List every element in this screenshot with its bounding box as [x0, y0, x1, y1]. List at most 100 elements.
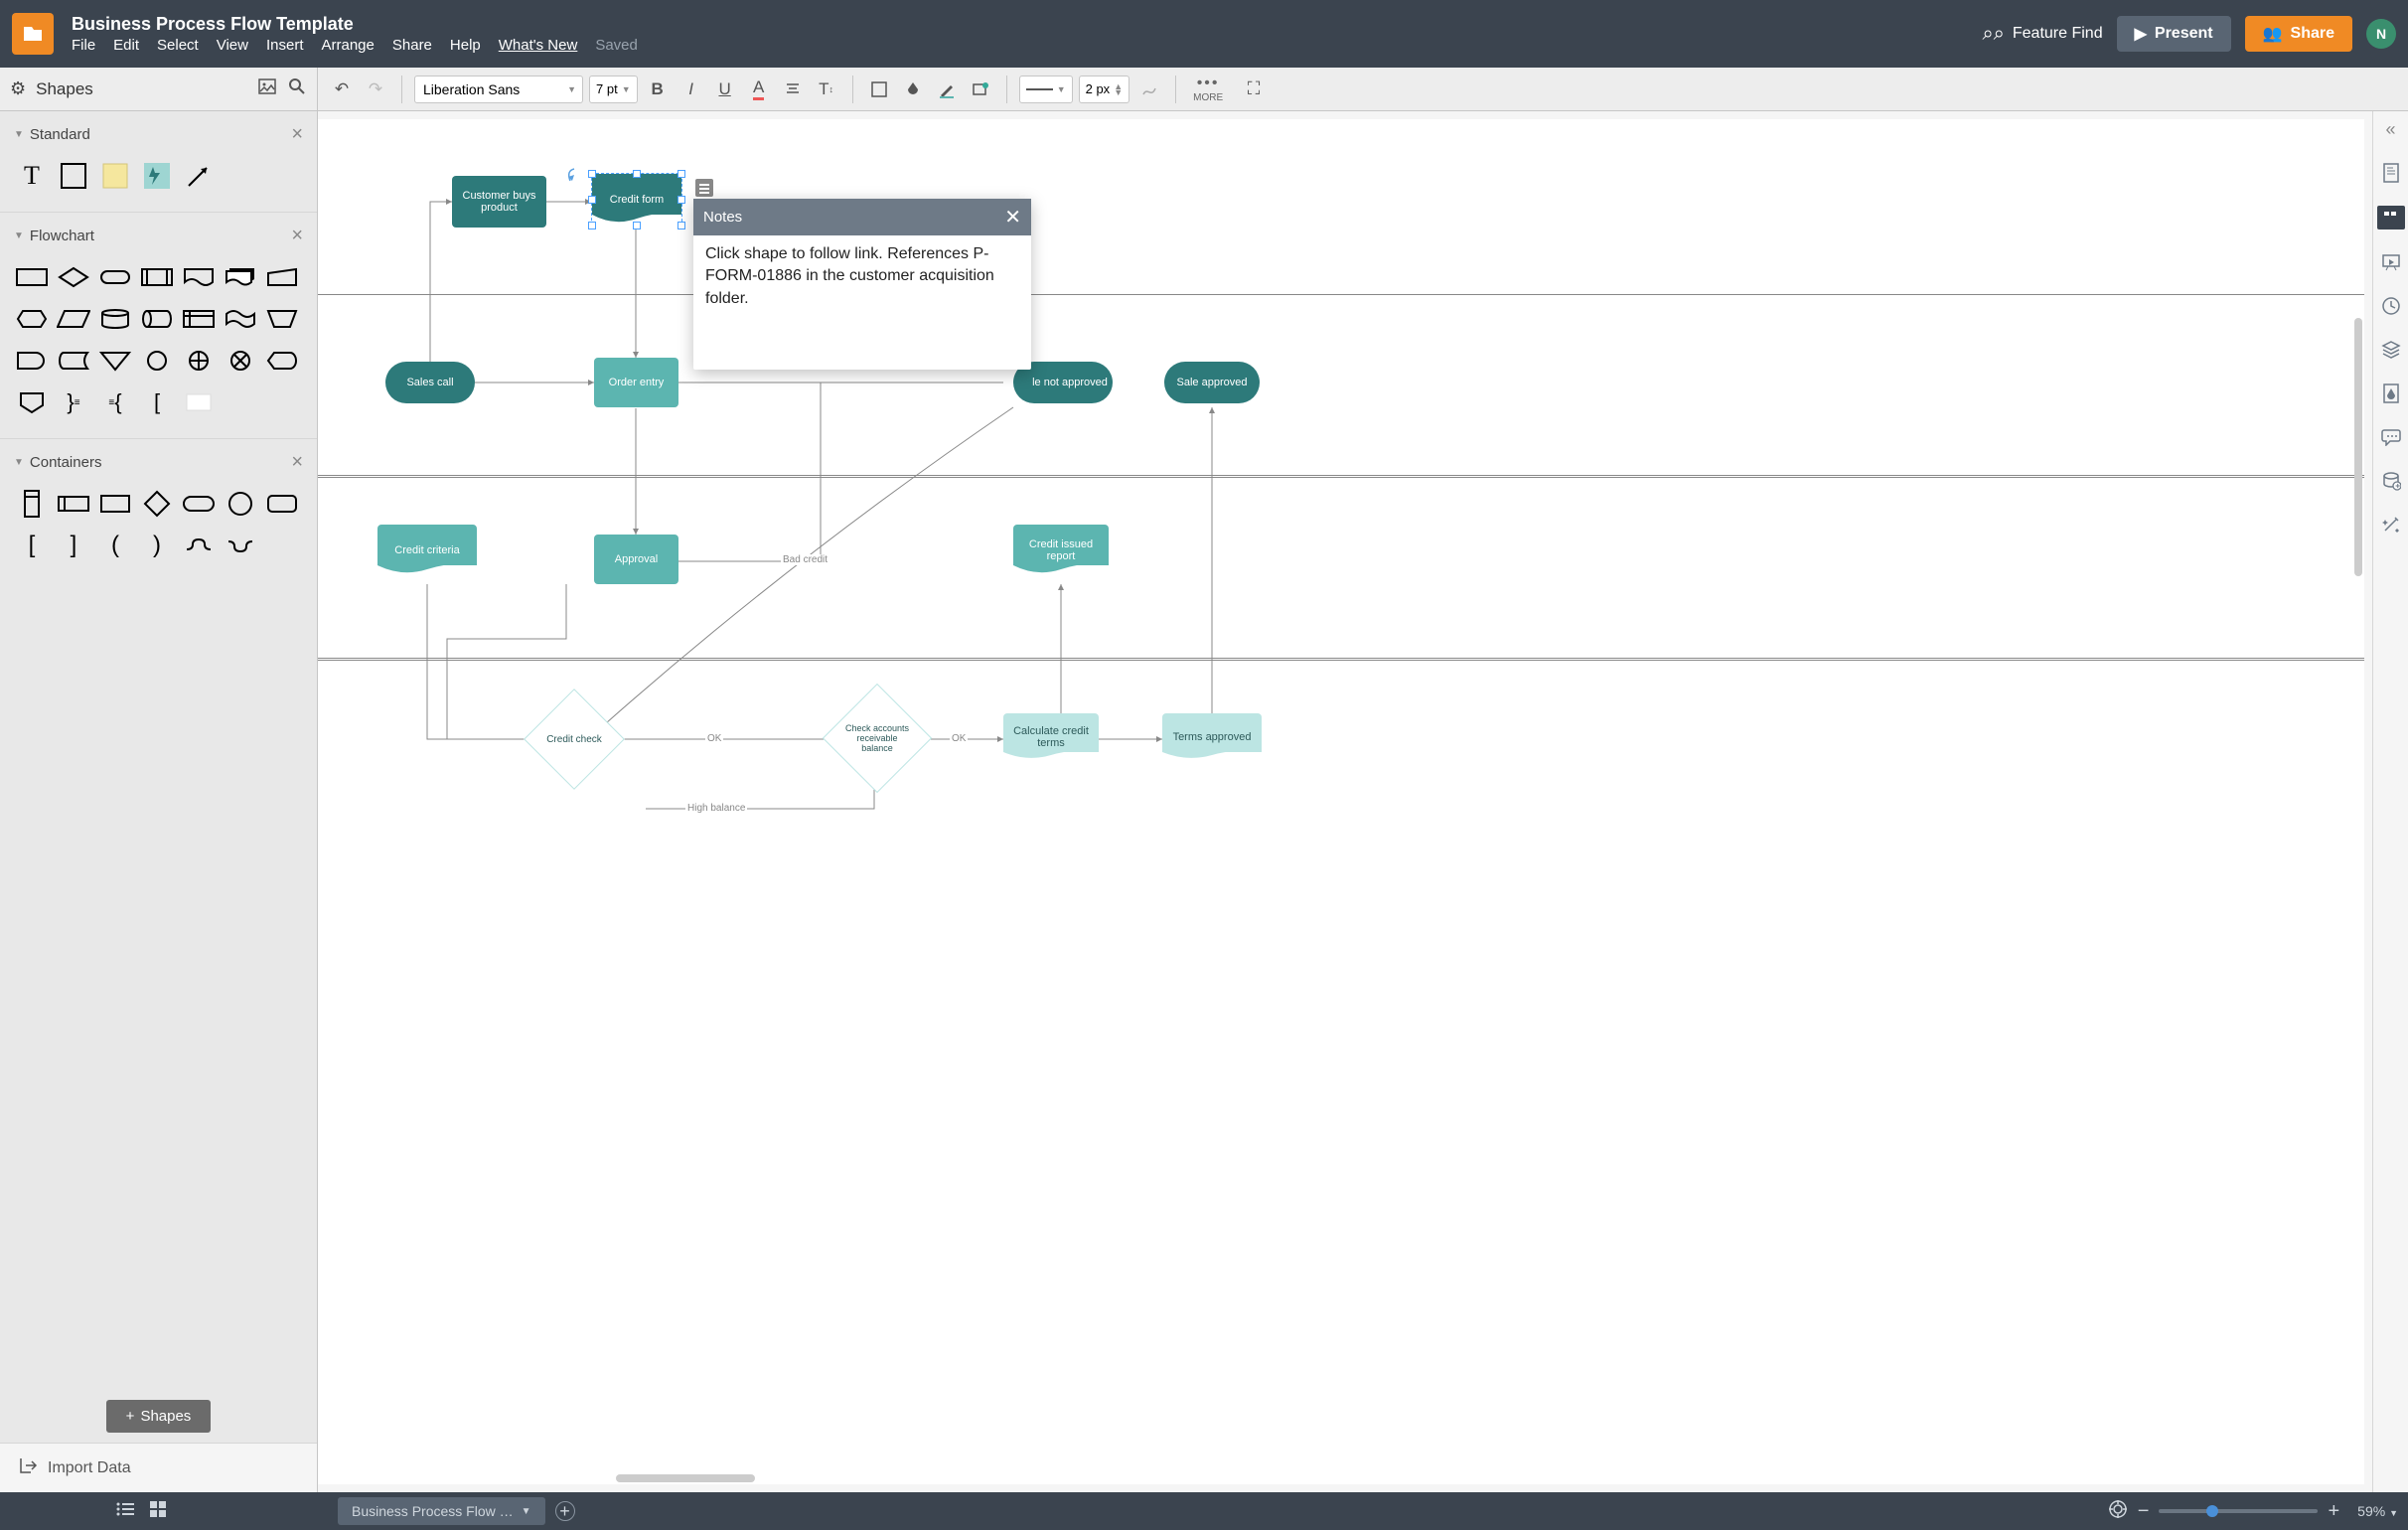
menu-insert[interactable]: Insert	[266, 37, 304, 54]
shape-delay[interactable]	[14, 343, 50, 379]
line-options-button[interactable]	[1135, 76, 1163, 103]
collapse-panel-icon[interactable]: «	[2385, 119, 2395, 140]
shape-note[interactable]	[97, 158, 133, 194]
menu-arrange[interactable]: Arrange	[322, 37, 375, 54]
shape-sales-call[interactable]: Sales call	[385, 362, 475, 403]
shape-card[interactable]	[181, 384, 217, 420]
shape-text[interactable]: T	[14, 158, 50, 194]
shape-offpage[interactable]	[14, 384, 50, 420]
text-options-button[interactable]: T↕	[813, 76, 840, 103]
group-containers-header[interactable]: ▼ Containers ×	[0, 443, 317, 482]
menu-select[interactable]: Select	[157, 37, 199, 54]
shape-approval[interactable]: Approval	[594, 535, 678, 584]
dock-theme-icon[interactable]	[2380, 382, 2402, 404]
shape-display[interactable]	[264, 343, 300, 379]
shape-circle-container[interactable]	[223, 486, 258, 522]
dock-page-icon[interactable]	[2380, 162, 2402, 184]
dock-comments-icon[interactable]	[2377, 206, 2405, 230]
add-page-button[interactable]: +	[555, 1501, 575, 1521]
image-icon[interactable]	[257, 76, 277, 102]
menu-view[interactable]: View	[217, 37, 248, 54]
shape-rounded-container[interactable]	[264, 486, 300, 522]
shape-bracket-left[interactable]: [	[14, 528, 50, 563]
menu-help[interactable]: Help	[450, 37, 481, 54]
close-icon[interactable]: ×	[291, 123, 303, 146]
line-color-button[interactable]	[933, 76, 961, 103]
shape-paper-tape[interactable]	[223, 301, 258, 337]
zoom-slider[interactable]	[2159, 1509, 2318, 1513]
shape-check-balance[interactable]: Check accounts receivable balance	[836, 697, 918, 779]
share-button[interactable]: 👥 Share	[2245, 16, 2352, 52]
group-standard-header[interactable]: ▼ Standard ×	[0, 115, 317, 154]
notes-body[interactable]: Click shape to follow link. References P…	[693, 235, 1031, 370]
close-icon[interactable]: ×	[291, 451, 303, 474]
shape-arrow[interactable]	[181, 158, 217, 194]
fullscreen-button[interactable]: ⛶	[1234, 78, 1274, 99]
shape-document[interactable]	[181, 259, 217, 295]
line-width-select[interactable]: 2 px ▲▼	[1079, 76, 1130, 103]
dock-history-icon[interactable]	[2380, 295, 2402, 317]
shape-data[interactable]	[56, 301, 91, 337]
note-indicator-icon[interactable]	[695, 179, 713, 197]
shape-predef[interactable]	[139, 259, 175, 295]
shape-swimlane-h[interactable]	[56, 486, 91, 522]
shape-bracket[interactable]: [	[139, 384, 175, 420]
menu-edit[interactable]: Edit	[113, 37, 139, 54]
shape-direct-data[interactable]	[139, 301, 175, 337]
page-tab[interactable]: Business Process Flow … ▼	[338, 1497, 545, 1525]
menu-whatsnew[interactable]: What's New	[499, 37, 578, 54]
shape-manual-input[interactable]	[264, 259, 300, 295]
shape-bracket-right[interactable]: ]	[56, 528, 91, 563]
shape-decision[interactable]	[56, 259, 91, 295]
bold-button[interactable]: B	[644, 76, 672, 103]
zoom-out-button[interactable]: −	[2138, 1500, 2150, 1523]
undo-button[interactable]: ↶	[328, 76, 356, 103]
line-style-select[interactable]: ▼	[1019, 76, 1073, 103]
add-shapes-button[interactable]: + Shapes	[106, 1400, 212, 1433]
feature-find-button[interactable]: ⌕⌕ Feature Find	[1982, 23, 2102, 46]
close-icon[interactable]: ×	[291, 225, 303, 247]
italic-button[interactable]: I	[677, 76, 705, 103]
shape-credit-criteria[interactable]: Credit criteria	[377, 525, 477, 576]
list-view-icon[interactable]	[115, 1501, 135, 1522]
dock-magic-icon[interactable]	[2380, 514, 2402, 536]
user-avatar[interactable]: N	[2366, 19, 2396, 49]
target-icon[interactable]	[2108, 1499, 2128, 1524]
shape-merge[interactable]	[97, 343, 133, 379]
shape-block[interactable]	[56, 158, 91, 194]
zoom-in-button[interactable]: +	[2328, 1500, 2339, 1523]
shape-summing[interactable]	[223, 343, 258, 379]
shape-credit-form[interactable]: Credit form	[592, 174, 681, 226]
shape-diamond-container[interactable]	[139, 486, 175, 522]
align-button[interactable]	[779, 76, 807, 103]
underline-button[interactable]: U	[711, 76, 739, 103]
shape-paren-right[interactable]: )	[139, 528, 175, 563]
shape-process[interactable]	[14, 259, 50, 295]
present-button[interactable]: ▶ Present	[2117, 16, 2231, 52]
shape-hotspot[interactable]	[139, 158, 175, 194]
fill-color-button[interactable]	[899, 76, 927, 103]
shape-order-entry[interactable]: Order entry	[594, 358, 678, 407]
shape-swimlane-v[interactable]	[14, 486, 50, 522]
shape-brace-right[interactable]: }≡	[56, 384, 91, 420]
shape-multidoc[interactable]	[223, 259, 258, 295]
fill-shape-button[interactable]	[865, 76, 893, 103]
shape-credit-issued[interactable]: Credit issued report	[1013, 525, 1109, 576]
grid-view-icon[interactable]	[149, 1500, 167, 1523]
shape-calc-terms[interactable]: Calculate credit terms	[1003, 713, 1099, 761]
shape-database[interactable]	[97, 301, 133, 337]
shape-customer-buys[interactable]: Customer buys product	[452, 176, 546, 228]
menu-share[interactable]: Share	[392, 37, 432, 54]
horizontal-scrollbar[interactable]	[616, 1474, 755, 1482]
shape-internal[interactable]	[181, 301, 217, 337]
shape-pill-container[interactable]	[181, 486, 217, 522]
shape-manual-op[interactable]	[264, 301, 300, 337]
dock-layers-icon[interactable]	[2380, 339, 2402, 361]
shape-brace-left[interactable]: ≡{	[97, 384, 133, 420]
shape-or[interactable]	[181, 343, 217, 379]
dock-data-icon[interactable]	[2380, 470, 2402, 492]
shape-connector[interactable]	[139, 343, 175, 379]
shape-options-button[interactable]	[967, 76, 994, 103]
import-data-button[interactable]: Import Data	[0, 1443, 317, 1492]
shape-terms-approved[interactable]: Terms approved	[1162, 713, 1262, 761]
